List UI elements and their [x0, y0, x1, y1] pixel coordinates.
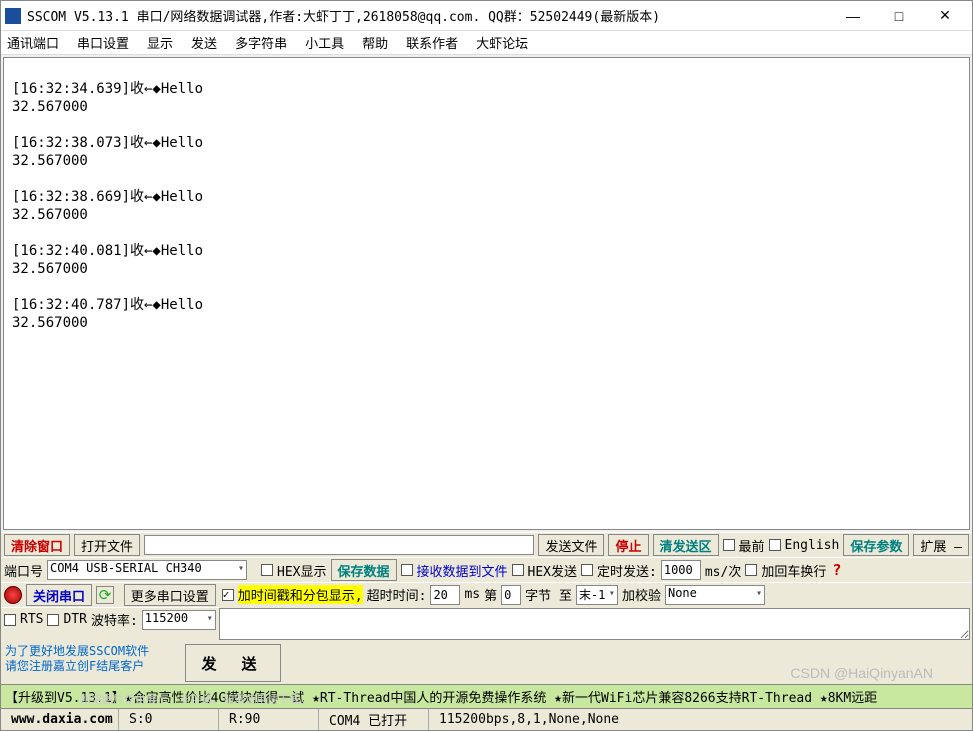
minimize-button[interactable]: — [830, 2, 876, 30]
menu-tools[interactable]: 小工具 [305, 33, 344, 52]
timeout-unit: ms [464, 587, 480, 602]
english-checkbox[interactable] [769, 539, 781, 551]
hex-send-checkbox[interactable] [512, 564, 524, 576]
status-bar: www.daxia.com S:0 R:90 COM4 已打开 115200bp… [1, 708, 972, 730]
period-unit: ms/次 [705, 561, 741, 580]
send-file-button[interactable]: 发送文件 [538, 534, 604, 556]
period-input[interactable] [661, 560, 701, 580]
app-icon [5, 8, 21, 24]
baud-combo[interactable]: 115200 [142, 610, 216, 630]
hex-send-label: HEX发送 [528, 561, 577, 580]
open-file-button[interactable]: 打开文件 [74, 534, 140, 556]
info-line-1: 为了更好地发展SSCOM软件 [5, 644, 177, 659]
timestamp-label: 加时间戳和分包显示, [238, 585, 363, 604]
port-combo[interactable]: COM4 USB-SERIAL CH340 [47, 560, 247, 580]
toolbar-row-3b: RTS DTR 波特率: 115200 [1, 607, 219, 631]
menu-display[interactable]: 显示 [147, 33, 173, 52]
status-port: COM4 已打开 [319, 709, 429, 730]
checksum-label: 加校验 [622, 585, 661, 604]
menu-comm-port[interactable]: 通讯端口 [7, 33, 59, 52]
timestamp-checkbox[interactable] [222, 589, 234, 601]
timed-send-label: 定时发送: [597, 561, 657, 580]
status-s: S:0 [119, 709, 219, 730]
clear-window-button[interactable]: 清除窗口 [4, 534, 70, 556]
hex-show-checkbox[interactable] [261, 564, 273, 576]
refresh-icon[interactable]: ⟳ [96, 586, 114, 604]
close-button[interactable]: ✕ [922, 2, 968, 30]
save-params-button[interactable]: 保存参数 [843, 534, 909, 556]
topmost-label: 最前 [739, 536, 765, 555]
help-icon[interactable]: ? [830, 561, 841, 579]
timeout-label: 超时时间: [367, 585, 427, 604]
nth-input[interactable] [501, 585, 521, 605]
send-button[interactable]: 发 送 [185, 644, 281, 682]
watermark: CSDN @HaiQinyanAN [790, 665, 933, 681]
menu-serial-settings[interactable]: 串口设置 [77, 33, 129, 52]
rts-checkbox[interactable] [4, 614, 16, 626]
english-label: English [785, 538, 840, 553]
window-title: SSCOM V5.13.1 串口/网络数据调试器,作者:大虾丁丁,2618058… [27, 6, 830, 25]
dtr-label: DTR [63, 612, 86, 627]
rts-label: RTS [20, 612, 43, 627]
status-r: R:90 [219, 709, 319, 730]
rx-to-file-label: 接收数据到文件 [417, 561, 508, 580]
info-text: 为了更好地发展SSCOM软件 请您注册嘉立创F结尾客户 [1, 642, 181, 684]
expand-button[interactable]: 扩展 — [913, 534, 969, 556]
toolbar-row-3a: 关闭串口 ⟳ 更多串口设置 [1, 582, 219, 607]
checksum-combo[interactable]: None [665, 585, 765, 605]
info-line-2: 请您注册嘉立创F结尾客户 [5, 659, 177, 674]
status-site[interactable]: www.daxia.com [1, 709, 119, 730]
menu-multistring[interactable]: 多字符串 [235, 33, 287, 52]
menu-contact[interactable]: 联系作者 [406, 33, 458, 52]
receive-log[interactable]: [16:32:34.639]收←◆Hello 32.567000 [16:32:… [3, 57, 970, 530]
baud-label: 波特率: [91, 610, 138, 629]
rx-to-file-checkbox[interactable] [401, 564, 413, 576]
hex-show-label: HEX显示 [277, 561, 326, 580]
faint-text: 网络图片仅供展示，非存储，如需使用请下载。 [80, 691, 311, 707]
menubar: 通讯端口 串口设置 显示 发送 多字符串 小工具 帮助 联系作者 大虾论坛 [1, 31, 972, 55]
timeout-input[interactable] [430, 585, 460, 605]
nth-label-2: 字节 至 [525, 585, 572, 604]
end-combo[interactable]: 末-1 [576, 585, 618, 605]
stop-button[interactable]: 停止 [608, 534, 648, 556]
more-settings-button[interactable]: 更多串口设置 [124, 584, 216, 606]
menu-help[interactable]: 帮助 [362, 33, 388, 52]
titlebar: SSCOM V5.13.1 串口/网络数据调试器,作者:大虾丁丁,2618058… [1, 1, 972, 31]
clear-tx-button[interactable]: 清发送区 [653, 534, 719, 556]
maximize-button[interactable]: □ [876, 2, 922, 30]
port-label: 端口号 [4, 561, 43, 580]
add-crlf-label: 加回车换行 [761, 561, 826, 580]
topmost-checkbox[interactable] [723, 539, 735, 551]
add-crlf-checkbox[interactable] [745, 564, 757, 576]
send-input[interactable] [219, 608, 970, 640]
save-data-button[interactable]: 保存数据 [331, 559, 397, 581]
menu-send[interactable]: 发送 [191, 33, 217, 52]
timed-send-checkbox[interactable] [581, 564, 593, 576]
menu-forum[interactable]: 大虾论坛 [476, 33, 528, 52]
dtr-checkbox[interactable] [47, 614, 59, 626]
toolbar-row-3c: 加时间戳和分包显示, 超时时间: ms 第 字节 至 末-1 加校验 None [219, 582, 972, 606]
close-port-button[interactable]: 关闭串口 [26, 584, 92, 606]
file-path-input[interactable] [144, 535, 534, 555]
status-params: 115200bps,8,1,None,None [429, 709, 972, 730]
nth-label-1: 第 [484, 585, 497, 604]
record-icon[interactable] [4, 586, 22, 604]
toolbar-row-1: 清除窗口 打开文件 发送文件 停止 清发送区 最前 English 保存参数 扩… [1, 532, 972, 557]
toolbar-row-2: 端口号 COM4 USB-SERIAL CH340 HEX显示 保存数据 接收数… [1, 557, 972, 582]
